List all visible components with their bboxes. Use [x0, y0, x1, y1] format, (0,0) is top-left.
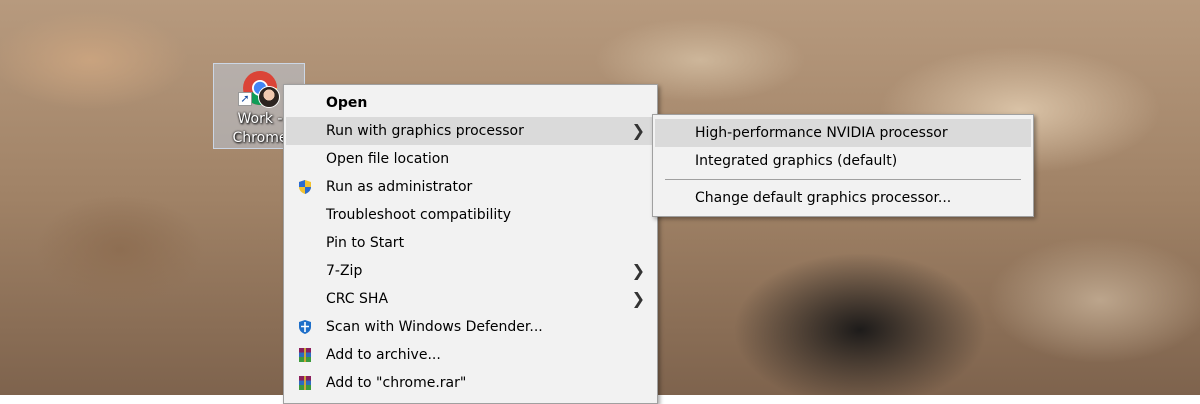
menu-item-label: Troubleshoot compatibility	[326, 207, 512, 223]
menu-item-add-to-chrome-rar[interactable]: Add to "chrome.rar"	[286, 369, 655, 397]
menu-item-label: Open file location	[326, 151, 450, 167]
chevron-right-icon: ❯	[631, 121, 645, 140]
menu-item-label: Pin to Start	[326, 235, 405, 251]
winrar-icon	[299, 376, 311, 390]
menu-item-open[interactable]: Open	[286, 89, 655, 117]
graphics-processor-submenu: High-performance NVIDIA processor Integr…	[652, 114, 1034, 217]
profile-avatar	[258, 86, 280, 108]
menu-item-open-file-location[interactable]: Open file location	[286, 145, 655, 173]
menu-item-add-to-archive[interactable]: Add to archive...	[286, 341, 655, 369]
menu-item-label: Add to archive...	[326, 347, 441, 363]
menu-item-label: Run with graphics processor	[326, 123, 524, 139]
menu-item-scan-with-defender[interactable]: Scan with Windows Defender...	[286, 313, 655, 341]
menu-item-crc-sha[interactable]: CRC SHA ❯	[286, 285, 655, 313]
submenu-item-nvidia[interactable]: High-performance NVIDIA processor	[655, 119, 1031, 147]
chevron-right-icon: ❯	[631, 261, 645, 280]
menu-item-run-as-administrator[interactable]: Run as administrator	[286, 173, 655, 201]
winrar-icon	[299, 348, 311, 362]
menu-item-label: Run as administrator	[326, 179, 473, 195]
chevron-right-icon: ❯	[631, 289, 645, 308]
submenu-item-label: High-performance NVIDIA processor	[695, 125, 948, 141]
defender-icon	[299, 320, 311, 334]
menu-item-7zip[interactable]: 7-Zip ❯	[286, 257, 655, 285]
context-menu: Open Run with graphics processor ❯ Open …	[283, 84, 658, 404]
submenu-item-label: Integrated graphics (default)	[695, 153, 898, 169]
uac-shield-icon	[299, 180, 311, 194]
menu-item-label: Scan with Windows Defender...	[326, 319, 543, 335]
menu-separator	[665, 179, 1021, 180]
menu-item-label: Open	[326, 95, 368, 111]
menu-item-label: Add to "chrome.rar"	[326, 375, 467, 391]
menu-item-troubleshoot-compatibility[interactable]: Troubleshoot compatibility	[286, 201, 655, 229]
menu-item-run-with-graphics-processor[interactable]: Run with graphics processor ❯	[286, 117, 655, 145]
submenu-item-integrated[interactable]: Integrated graphics (default)	[655, 147, 1031, 175]
submenu-item-label: Change default graphics processor...	[695, 190, 952, 206]
shortcut-arrow-icon: ➚	[238, 92, 252, 106]
menu-item-label: CRC SHA	[326, 291, 389, 307]
menu-item-pin-to-start[interactable]: Pin to Start	[286, 229, 655, 257]
menu-item-label: 7-Zip	[326, 263, 363, 279]
submenu-item-change-default[interactable]: Change default graphics processor...	[655, 184, 1031, 212]
